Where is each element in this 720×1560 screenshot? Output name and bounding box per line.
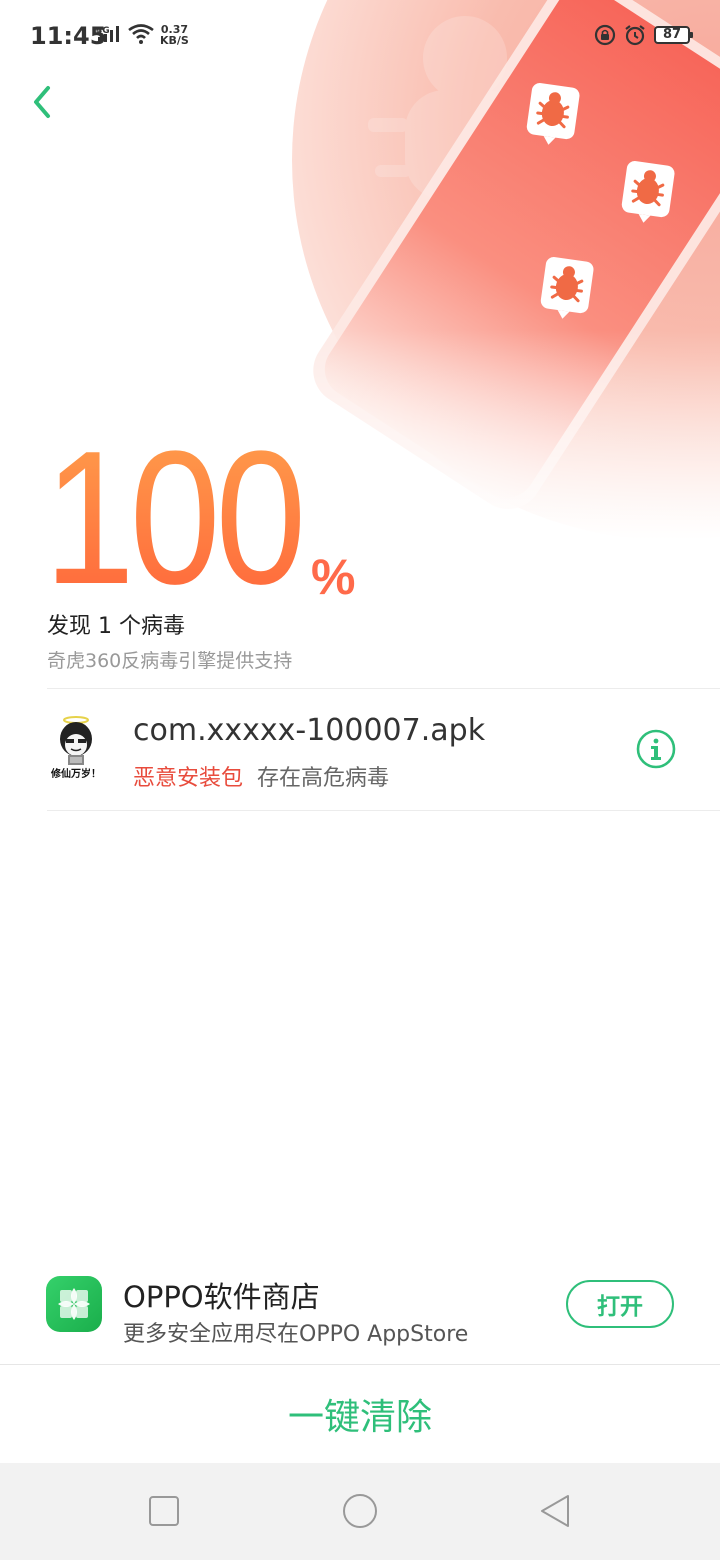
speed-unit: KB/S bbox=[160, 34, 189, 47]
info-button[interactable] bbox=[636, 729, 676, 769]
signal-icon: 4G bbox=[96, 26, 119, 42]
threat-list-item[interactable]: 修仙万岁！ com.xxxxx-100007.apk 恶意安装包 存在高危病毒 bbox=[0, 689, 720, 810]
engine-note: 奇虎360反病毒引擎提供支持 bbox=[47, 650, 293, 672]
scan-progress: 100 % bbox=[44, 412, 355, 624]
open-store-button[interactable]: 打开 bbox=[566, 1280, 674, 1328]
threat-file-name: com.xxxxx-100007.apk bbox=[133, 713, 486, 748]
threat-type-tag: 恶意安装包 bbox=[133, 766, 244, 791]
one-click-clean-button[interactable]: 一键清除 bbox=[0, 1365, 720, 1463]
home-icon bbox=[343, 1494, 377, 1528]
divider bbox=[47, 810, 720, 811]
scan-percent-sign: % bbox=[311, 549, 356, 605]
battery-indicator: 87 bbox=[654, 26, 693, 44]
recent-apps-button[interactable] bbox=[146, 1493, 182, 1529]
status-bar: 11:45 4G 0.37 KB/S 87 bbox=[0, 0, 720, 72]
recent-apps-icon bbox=[149, 1496, 179, 1526]
store-promo: OPPO软件商店 更多安全应用尽在OPPO AppStore 打开 bbox=[0, 1260, 720, 1364]
alarm-icon bbox=[625, 25, 645, 46]
back-arrow-icon bbox=[34, 86, 50, 118]
avatar-text: 修仙万岁！ bbox=[50, 767, 101, 780]
back-button[interactable] bbox=[22, 78, 66, 126]
rotation-lock-icon bbox=[594, 24, 616, 46]
threat-description: 存在高危病毒 bbox=[257, 766, 390, 791]
network-type-label: 4G bbox=[96, 26, 110, 36]
store-description: 更多安全应用尽在OPPO AppStore bbox=[123, 1322, 469, 1347]
home-button[interactable] bbox=[342, 1493, 378, 1529]
system-back-button[interactable] bbox=[538, 1493, 574, 1529]
status-time: 11:45 bbox=[30, 22, 107, 50]
back-triangle-icon bbox=[541, 1495, 569, 1527]
threat-app-avatar: 修仙万岁！ bbox=[50, 716, 101, 780]
store-name: OPPO软件商店 bbox=[123, 1280, 320, 1314]
scan-percent-value: 100 bbox=[44, 412, 306, 624]
app-store-icon bbox=[46, 1276, 102, 1332]
network-speed: 0.37 KB/S bbox=[160, 24, 189, 46]
wifi-icon bbox=[128, 24, 154, 44]
status-right-icons: 87 bbox=[594, 24, 693, 46]
system-nav-bar bbox=[0, 1463, 720, 1560]
